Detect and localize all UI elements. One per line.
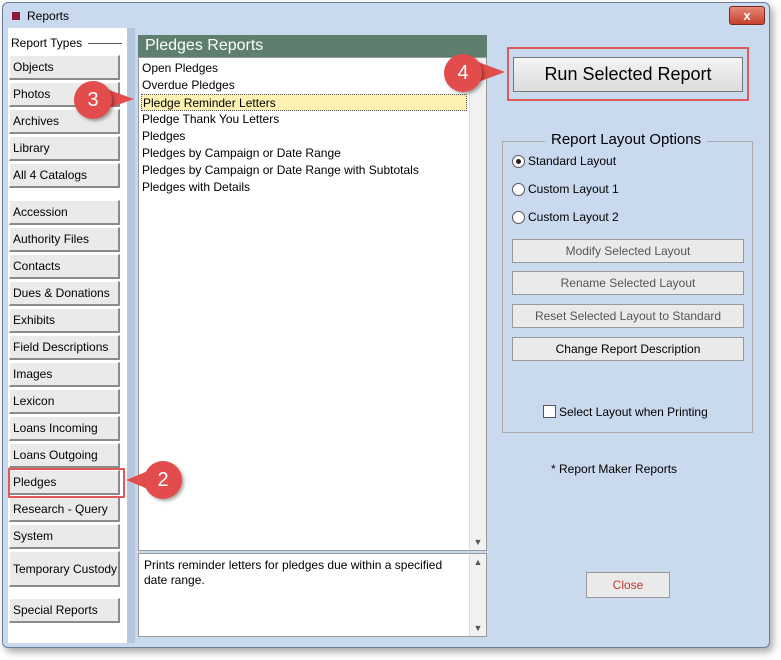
run-selected-report-button[interactable]: Run Selected Report bbox=[513, 57, 743, 92]
sidebar-item-accession[interactable]: Accession bbox=[9, 200, 120, 225]
change-report-description-button[interactable]: Change Report Description bbox=[512, 337, 744, 361]
scroll-down-icon[interactable]: ▼ bbox=[470, 620, 486, 636]
report-maker-note: * Report Maker Reports bbox=[551, 462, 678, 476]
sidebar-item-all-4-catalogs[interactable]: All 4 Catalogs bbox=[9, 163, 120, 188]
report-description-box[interactable]: Prints reminder letters for pledges due … bbox=[138, 553, 487, 637]
reports-window: Reports x Report Types Objects Photos Ar… bbox=[2, 2, 770, 648]
sidebar-item-system[interactable]: System bbox=[9, 524, 120, 549]
custom-layout-2-label: Custom Layout 2 bbox=[528, 210, 619, 224]
pledges-highlight-box bbox=[8, 468, 125, 498]
sidebar-item-loans-outgoing[interactable]: Loans Outgoing bbox=[9, 443, 120, 468]
divider bbox=[88, 43, 122, 44]
sidebar-item-exhibits[interactable]: Exhibits bbox=[9, 308, 120, 333]
standard-layout-radio[interactable] bbox=[512, 155, 525, 168]
layout-options-legend: Report Layout Options bbox=[545, 131, 708, 148]
sidebar-item-contacts[interactable]: Contacts bbox=[9, 254, 120, 279]
sidebar-item-field-descriptions[interactable]: Field Descriptions bbox=[9, 335, 120, 360]
sidebar-item-loans-incoming[interactable]: Loans Incoming bbox=[9, 416, 120, 441]
list-item[interactable]: Pledges bbox=[142, 128, 185, 145]
list-item[interactable]: Pledges by Campaign or Date Range bbox=[142, 145, 341, 162]
reset-selected-layout-button[interactable]: Reset Selected Layout to Standard bbox=[512, 304, 744, 328]
rename-selected-layout-button[interactable]: Rename Selected Layout bbox=[512, 271, 744, 295]
select-layout-checkbox[interactable] bbox=[543, 405, 556, 418]
sidebar-item-special-reports[interactable]: Special Reports bbox=[9, 598, 120, 623]
standard-layout-label: Standard Layout bbox=[528, 154, 617, 168]
report-list[interactable]: Open Pledges Overdue Pledges Pledge Remi… bbox=[138, 57, 487, 551]
window-close-button[interactable]: x bbox=[729, 6, 765, 25]
list-item-selected[interactable]: Pledge Reminder Letters bbox=[141, 94, 467, 111]
list-item[interactable]: Overdue Pledges bbox=[142, 77, 235, 94]
report-description-text: Prints reminder letters for pledges due … bbox=[144, 558, 443, 587]
sidebar-item-temporary-custody[interactable]: Temporary Custody bbox=[9, 551, 120, 587]
list-item[interactable]: Pledges with Details bbox=[142, 179, 250, 196]
report-types-label: Report Types bbox=[11, 36, 83, 50]
sidebar-item-research-query[interactable]: Research - Query bbox=[9, 497, 120, 522]
custom-layout-1-label: Custom Layout 1 bbox=[528, 182, 619, 196]
title-bar[interactable]: Reports x bbox=[3, 3, 769, 29]
custom-layout-1-radio[interactable] bbox=[512, 183, 525, 196]
list-item[interactable]: Pledge Thank You Letters bbox=[142, 111, 279, 128]
sidebar-item-library[interactable]: Library bbox=[9, 136, 120, 161]
sidebar-item-lexicon[interactable]: Lexicon bbox=[9, 389, 120, 414]
select-layout-label: Select Layout when Printing bbox=[559, 405, 708, 419]
description-scrollbar[interactable]: ▲ ▼ bbox=[469, 554, 486, 636]
close-button[interactable]: Close bbox=[586, 572, 670, 598]
list-item[interactable]: Pledges by Campaign or Date Range with S… bbox=[142, 162, 419, 179]
client-area: Report Types Objects Photos Archives Lib… bbox=[8, 28, 765, 643]
custom-layout-2-radio[interactable] bbox=[512, 211, 525, 224]
report-list-header: Pledges Reports bbox=[138, 35, 487, 57]
callout-3: 3 bbox=[74, 81, 112, 119]
sidebar-divider bbox=[127, 28, 135, 643]
list-item[interactable]: Open Pledges bbox=[142, 60, 218, 77]
sidebar-item-images[interactable]: Images bbox=[9, 362, 120, 387]
report-types-sidebar: Report Types Objects Photos Archives Lib… bbox=[8, 28, 127, 643]
callout-4: 4 bbox=[444, 54, 482, 92]
modify-selected-layout-button[interactable]: Modify Selected Layout bbox=[512, 239, 744, 263]
scroll-down-icon[interactable]: ▼ bbox=[470, 534, 486, 550]
callout-2: 2 bbox=[144, 461, 182, 499]
sidebar-item-objects[interactable]: Objects bbox=[9, 55, 120, 80]
app-icon bbox=[12, 12, 20, 20]
scroll-up-icon[interactable]: ▲ bbox=[470, 554, 486, 570]
sidebar-item-authority-files[interactable]: Authority Files bbox=[9, 227, 120, 252]
window-title: Reports bbox=[27, 9, 70, 23]
report-list-scrollbar[interactable]: ▼ bbox=[469, 58, 486, 550]
sidebar-item-dues-donations[interactable]: Dues & Donations bbox=[9, 281, 120, 306]
